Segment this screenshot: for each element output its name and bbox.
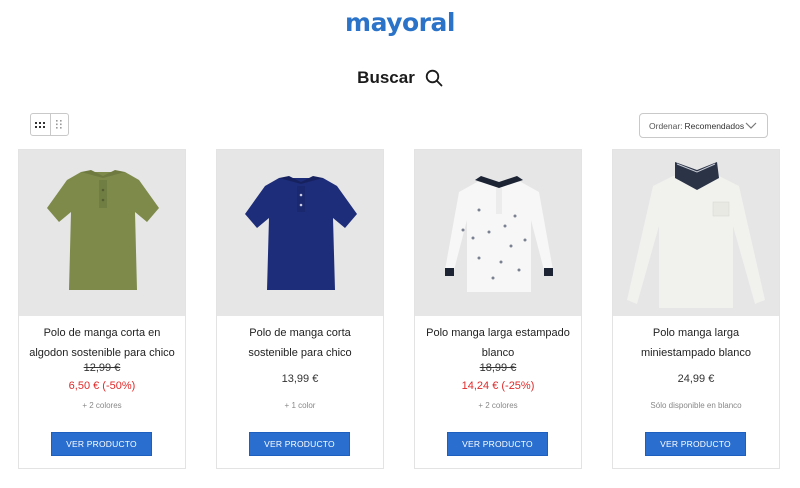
view-product-button[interactable]: VER PRODUCTO <box>645 432 746 456</box>
product-old-price: 18,99 € <box>479 362 517 374</box>
product-availability: Sólo disponible en blanco <box>650 401 742 410</box>
product-image[interactable] <box>613 150 779 316</box>
navy-polo-image <box>245 176 357 290</box>
product-card[interactable]: Polo manga larga estampado blanco 18,99 … <box>414 149 582 469</box>
grid-large-icon <box>35 121 46 128</box>
product-image[interactable] <box>19 150 185 316</box>
product-card[interactable]: Polo de manga corta sostenible para chic… <box>216 149 384 469</box>
sort-label: Ordenar: <box>649 120 683 131</box>
chevron-down-icon <box>745 122 757 129</box>
product-colors: + 1 color <box>284 401 316 410</box>
product-card[interactable]: Polo de manga corta en algodon sostenibl… <box>18 149 186 469</box>
white-polo-image <box>627 162 765 308</box>
product-name[interactable]: Polo manga larga estampado blanco <box>421 323 575 363</box>
product-old-price: 12,99 € <box>83 362 121 374</box>
sort-value: Recomendados <box>684 120 745 131</box>
search-bar[interactable]: Buscar <box>0 68 800 88</box>
product-image[interactable] <box>217 150 383 316</box>
product-colors: + 2 colores <box>82 401 122 410</box>
product-name[interactable]: Polo manga larga miniestampado blanco <box>619 323 773 363</box>
grid-large-button[interactable] <box>31 114 50 135</box>
grid-small-icon <box>56 120 62 129</box>
search-label: Buscar <box>357 68 415 87</box>
product-image[interactable] <box>415 150 581 316</box>
product-sale-price: 14,24 € (-25%) <box>461 380 535 392</box>
product-name[interactable]: Polo de manga corta sostenible para chic… <box>223 323 377 363</box>
product-price: 24,99 € <box>677 373 715 385</box>
view-product-button[interactable]: VER PRODUCTO <box>447 432 548 456</box>
white-printed-polo-image <box>445 176 553 292</box>
product-name[interactable]: Polo de manga corta en algodon sostenibl… <box>25 323 179 363</box>
product-colors: + 2 colores <box>478 401 518 410</box>
grid-small-button[interactable] <box>49 114 69 135</box>
view-product-button[interactable]: VER PRODUCTO <box>51 432 152 456</box>
logo-text: mayoral <box>345 8 455 37</box>
olive-polo-image <box>47 170 159 290</box>
view-product-button[interactable]: VER PRODUCTO <box>249 432 350 456</box>
product-price: 13,99 € <box>281 373 319 385</box>
search-icon[interactable] <box>425 69 443 87</box>
view-toggle <box>30 113 69 136</box>
brand-logo[interactable]: mayoral <box>0 8 800 37</box>
product-card[interactable]: Polo manga larga miniestampado blanco 24… <box>612 149 780 469</box>
sort-dropdown[interactable]: Ordenar: Recomendados <box>639 113 768 138</box>
product-sale-price: 6,50 € (-50%) <box>68 380 136 392</box>
